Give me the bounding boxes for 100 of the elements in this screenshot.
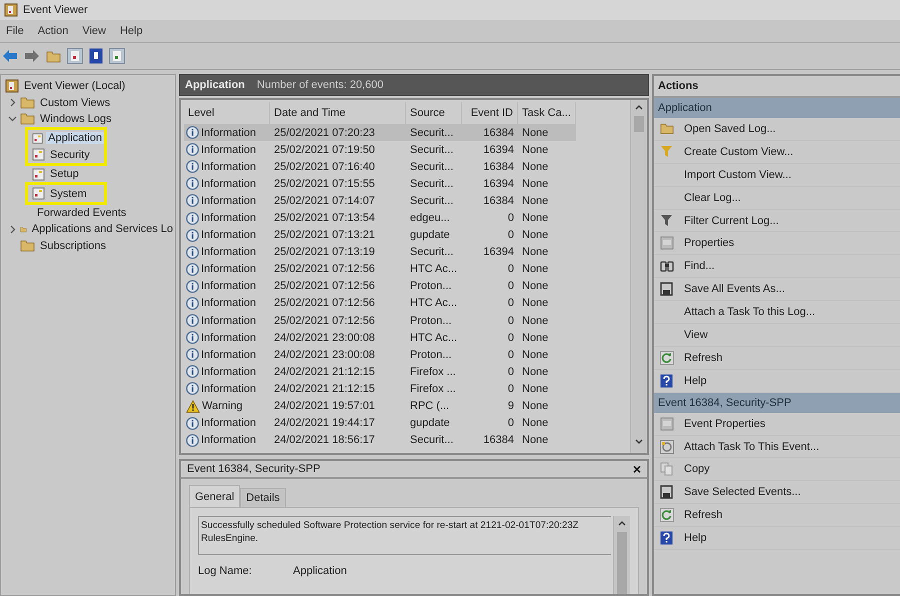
task-link[interactable]: Copy: [684, 463, 710, 476]
table-row[interactable]: Information 24/02/2021 21:12:15 Firefox ... 0 None: [184, 380, 630, 398]
tree-item[interactable]: Event Viewer (Local): [22, 80, 128, 92]
table-row[interactable]: Information 24/02/2021 23:00:08 Proton... 0 None: [184, 346, 630, 364]
table-row[interactable]: Information 24/02/2021 18:56:17 Securit... 16384 None: [184, 432, 630, 449]
table-cell-text: None: [521, 416, 550, 432]
folder-icon: [46, 50, 61, 62]
tab[interactable]: General: [189, 485, 240, 507]
scrollbar[interactable]: [630, 100, 647, 453]
tree-item[interactable]: Application: [46, 132, 104, 144]
task-link[interactable]: Clear Log...: [684, 192, 741, 204]
task-link[interactable]: Filter Current Log...: [684, 214, 779, 226]
expand-icon[interactable]: [8, 224, 17, 234]
tab[interactable]: Details: [240, 488, 286, 507]
table-row[interactable]: Information 24/02/2021 19:44:17 gupdate 0 None: [184, 414, 630, 432]
table-row[interactable]: Information 25/02/2021 07:19:50 Securit... 16394 None: [184, 141, 630, 158]
task-link[interactable]: Save Selected Events...: [684, 486, 801, 498]
info-icon: [186, 246, 199, 259]
task-link[interactable]: Properties: [684, 237, 734, 250]
table-cell: Information: [184, 329, 270, 346]
table-cell-text: 0: [506, 330, 515, 346]
table-row[interactable]: Information 24/02/2021 21:12:15 Firefox ... 0 None: [184, 363, 630, 380]
task-link[interactable]: Import Custom View...: [684, 168, 792, 181]
table-row[interactable]: Information 25/02/2021 07:14:07 Securit... 16384 None: [184, 192, 630, 210]
table-cell-text: 25/02/2021 07:16:40: [273, 160, 376, 175]
table-cell-text: 24/02/2021 21:12:15: [273, 364, 376, 380]
task-link[interactable]: Help: [684, 532, 707, 544]
table-cell-text: Securit...: [409, 433, 454, 448]
table-row[interactable]: Information 25/02/2021 07:12:56 Proton... 0 None: [184, 312, 630, 330]
log-icon: [32, 187, 45, 200]
task-link[interactable]: View: [684, 328, 708, 341]
section-header[interactable]: Application: [654, 98, 900, 118]
table-row[interactable]: Information 25/02/2021 07:13:54 edgeu... 0 None: [184, 209, 630, 227]
table-row[interactable]: Information 25/02/2021 07:13:19 Securit... 16394 None: [184, 244, 630, 261]
section-header[interactable]: Event 16384, Security-SPP: [654, 392, 900, 413]
menu-item[interactable]: View: [82, 25, 106, 37]
log-view-icon[interactable]: [67, 48, 83, 64]
table-row[interactable]: Information 25/02/2021 07:20:23 Securit... 16384 None: [184, 124, 630, 142]
table-row[interactable]: Information 25/02/2021 07:13:21 gupdate 0 None: [184, 226, 630, 244]
task-link[interactable]: Event Properties: [684, 418, 766, 430]
table-cell: Information: [184, 278, 270, 295]
tree-item[interactable]: Subscriptions: [38, 240, 108, 252]
tree-item[interactable]: Security: [48, 148, 92, 161]
detail-title: Event 16384, Security-SPP: [187, 463, 320, 475]
task-link[interactable]: Refresh: [684, 509, 723, 522]
log-icon: [32, 132, 44, 145]
forward-icon[interactable]: [24, 49, 40, 63]
table-row[interactable]: Information 25/02/2021 07:16:40 Securit... 16384 None: [184, 158, 630, 176]
task-link[interactable]: Save All Events As...: [684, 283, 785, 296]
table-cell-text: 0: [506, 364, 515, 380]
table-row[interactable]: Information 25/02/2021 07:12:56 Proton... 0 None: [184, 278, 630, 295]
table-row[interactable]: Information 25/02/2021 07:12:56 HTC Ac... 0 None: [184, 294, 630, 312]
tree-item[interactable]: Setup: [48, 168, 81, 180]
task-link[interactable]: Open Saved Log...: [684, 122, 776, 135]
panel-icon[interactable]: [109, 48, 125, 64]
table-row[interactable]: Warning 24/02/2021 19:57:01 RPC (... 9 None: [184, 398, 630, 415]
menu-item[interactable]: Help: [120, 25, 143, 37]
table-cell-text: 16394: [482, 176, 515, 192]
viewer-icon: [5, 79, 19, 94]
table-cell-text: 0: [506, 228, 515, 244]
table-cell-text: 16384: [482, 433, 515, 448]
tree-item[interactable]: System: [48, 188, 89, 200]
back-icon[interactable]: [2, 49, 18, 63]
task-link[interactable]: Attach Task To This Event...: [684, 440, 820, 453]
tree-item[interactable]: Forwarded Events: [35, 206, 128, 219]
folder-icon: [20, 112, 35, 126]
task-link[interactable]: Attach a Task To this Log...: [684, 306, 816, 318]
task-link[interactable]: Help: [684, 374, 707, 387]
expand-icon[interactable]: [8, 98, 17, 108]
table-cell-text: None: [521, 314, 550, 329]
table-cell-text: 16384: [482, 194, 515, 209]
table-cell-text: None: [521, 194, 550, 209]
table-row[interactable]: Information 25/02/2021 07:12:56 HTC Ac... 0 None: [184, 260, 630, 278]
scrollbar[interactable]: [613, 516, 630, 594]
table-cell-text: None: [521, 382, 550, 397]
table-cell-text: 16394: [482, 245, 515, 260]
info-icon: [186, 143, 199, 156]
tree-item[interactable]: Applications and Services Lo: [30, 223, 175, 236]
table-cell-text: None: [521, 160, 550, 175]
task-link[interactable]: Find...: [684, 260, 715, 272]
close-button[interactable]: ×: [632, 461, 641, 477]
table-row[interactable]: Information 24/02/2021 23:00:08 HTC Ac... 0 None: [184, 329, 630, 346]
task-link[interactable]: Create Custom View...: [684, 146, 794, 158]
menu-item[interactable]: Action: [38, 25, 68, 37]
table-row[interactable]: Information 25/02/2021 07:15:55 Securit... 16394 None: [184, 175, 630, 192]
info-icon: [186, 314, 199, 328]
table-cell-text: 24/02/2021 23:00:08: [273, 330, 376, 346]
task-link[interactable]: Refresh: [684, 352, 723, 364]
table-cell: Information: [184, 124, 270, 142]
collapse-icon[interactable]: [8, 114, 17, 124]
folder-icon: [20, 96, 35, 110]
table-cell-text: 25/02/2021 07:12:56: [273, 262, 376, 278]
table-cell-text: 25/02/2021 07:12:56: [273, 296, 376, 312]
tree-item[interactable]: Custom Views: [38, 96, 112, 109]
info-icon: [186, 296, 199, 310]
funnel-icon: [660, 214, 673, 226]
menu-item[interactable]: File: [6, 25, 24, 37]
table-cell-text: 0: [506, 262, 515, 278]
table-cell-text: 24/02/2021 23:00:08: [273, 348, 376, 363]
tree-item[interactable]: Windows Logs: [38, 112, 114, 125]
